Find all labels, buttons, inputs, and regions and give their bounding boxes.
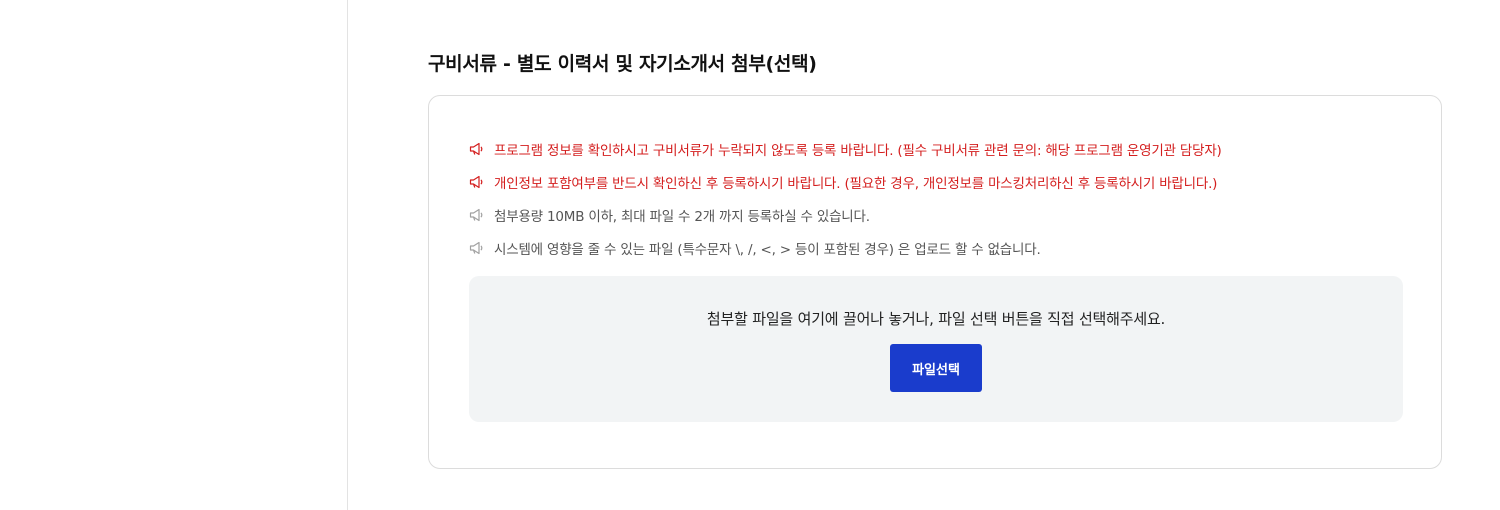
megaphone-icon [469,175,483,188]
file-dropzone[interactable]: 첨부할 파일을 여기에 끌어나 놓거나, 파일 선택 버튼을 직접 선택해주세요… [469,276,1403,422]
notice-item: 첨부용량 10MB 이하, 최대 파일 수 2개 까지 등록하실 수 있습니다. [469,198,1222,231]
file-select-button[interactable]: 파일선택 [890,344,982,392]
notice-item: 시스템에 영향을 줄 수 있는 파일 (특수문자 \, /, <, > 등이 포… [469,231,1222,264]
left-sidebar-pane [0,0,348,510]
notice-item: 프로그램 정보를 확인하시고 구비서류가 누락되지 않도록 등록 바랍니다. (… [469,132,1222,165]
megaphone-icon [469,208,483,221]
notice-text: 프로그램 정보를 확인하시고 구비서류가 누락되지 않도록 등록 바랍니다. (… [494,142,1222,159]
notice-list: 프로그램 정보를 확인하시고 구비서류가 누락되지 않도록 등록 바랍니다. (… [469,132,1222,264]
notice-text: 개인정보 포함여부를 반드시 확인하신 후 등록하시기 바랍니다. (필요한 경… [494,175,1218,192]
notice-text: 시스템에 영향을 줄 수 있는 파일 (특수문자 \, /, <, > 등이 포… [494,241,1041,258]
notice-item: 개인정보 포함여부를 반드시 확인하신 후 등록하시기 바랍니다. (필요한 경… [469,165,1222,198]
megaphone-icon [469,241,483,254]
dropzone-instruction: 첨부할 파일을 여기에 끌어나 놓거나, 파일 선택 버튼을 직접 선택해주세요… [706,310,1166,328]
section-title: 구비서류 - 별도 이력서 및 자기소개서 첨부(선택) [428,53,817,75]
megaphone-icon [469,142,483,155]
attachment-card: 프로그램 정보를 확인하시고 구비서류가 누락되지 않도록 등록 바랍니다. (… [428,95,1442,469]
notice-text: 첨부용량 10MB 이하, 최대 파일 수 2개 까지 등록하실 수 있습니다. [494,208,870,225]
